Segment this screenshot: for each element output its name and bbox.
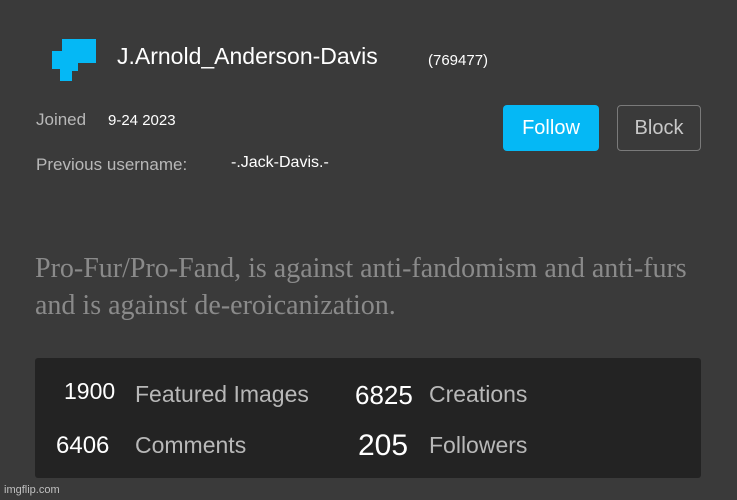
pixel-avatar-icon xyxy=(52,39,96,81)
follow-button[interactable]: Follow xyxy=(503,105,599,151)
creations-label[interactable]: Creations xyxy=(429,381,527,408)
previous-username: -.Jack-Davis.- xyxy=(231,154,329,171)
previous-username-label: Previous username: xyxy=(36,155,188,174)
featured-images-label[interactable]: Featured Images xyxy=(135,381,309,408)
profile-bio: Pro-Fur/Pro-Fand, is against anti-fandom… xyxy=(35,253,687,321)
username[interactable]: J.Arnold_Anderson-Davis xyxy=(117,43,378,70)
joined-date: 9-24 2023 xyxy=(108,112,176,129)
comments-label[interactable]: Comments xyxy=(135,432,246,459)
comments-count: 6406 xyxy=(56,432,110,459)
followers-count: 205 xyxy=(358,429,409,462)
block-button[interactable]: Block xyxy=(617,105,701,151)
followers-label[interactable]: Followers xyxy=(429,432,527,459)
user-id: (769477) xyxy=(428,52,489,69)
featured-images-count: 1900 xyxy=(64,378,116,404)
watermark: imgflip.com xyxy=(4,484,60,496)
joined-label: Joined xyxy=(36,110,87,129)
creations-count: 6825 xyxy=(355,380,413,410)
